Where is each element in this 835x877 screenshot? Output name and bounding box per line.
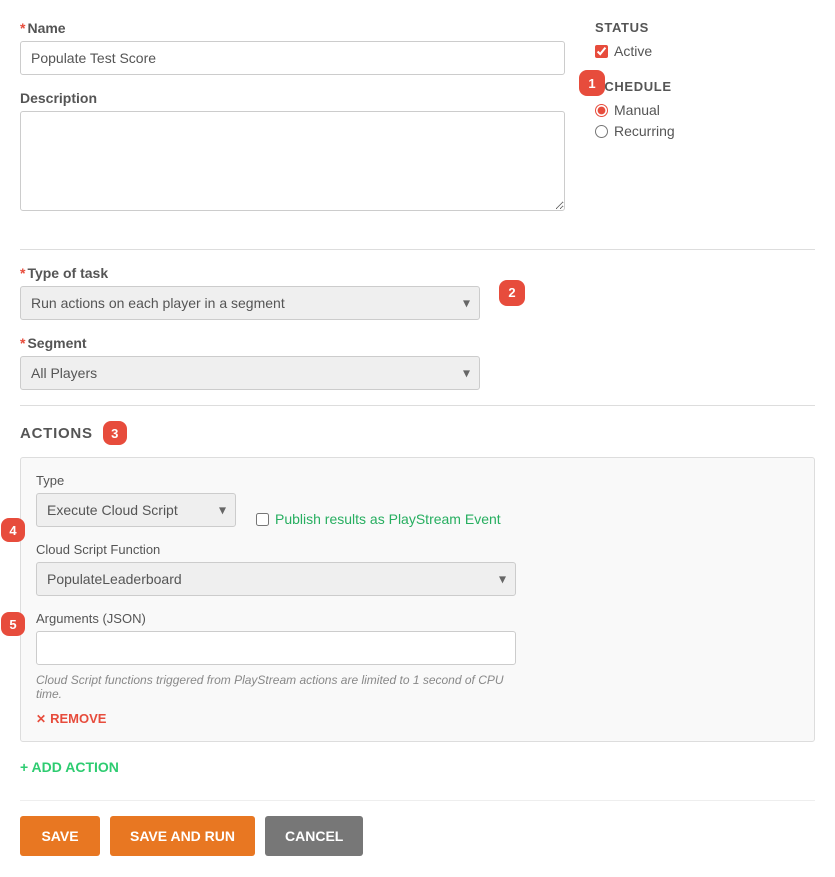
segment-select-wrapper: All Players — [20, 356, 480, 390]
schedule-section: SCHEDULE Manual Recurring — [595, 79, 815, 139]
badge-1: 1 — [579, 70, 605, 96]
action-type-select[interactable]: Execute Cloud Script — [36, 493, 236, 527]
remove-button[interactable]: ✕ REMOVE — [36, 711, 106, 726]
action-type-row: Type Execute Cloud Script 4 Publish resu… — [36, 473, 799, 527]
badge-2: 2 — [499, 280, 525, 306]
cloud-script-label: Cloud Script Function — [36, 542, 799, 557]
arguments-input[interactable] — [36, 631, 516, 665]
actions-header: ACTIONS 3 — [20, 421, 815, 445]
active-checkbox-row: Active — [595, 43, 815, 59]
add-action-label: + ADD ACTION — [20, 759, 119, 775]
recurring-radio[interactable] — [595, 125, 608, 138]
publish-checkbox-row: Publish results as PlayStream Event — [256, 511, 501, 527]
action-type-select-wrapper: Execute Cloud Script 4 — [36, 493, 236, 527]
recurring-radio-row: Recurring — [595, 123, 815, 139]
save-run-button[interactable]: SAVE AND RUN — [110, 816, 255, 856]
divider-1 — [20, 249, 815, 250]
cancel-button[interactable]: CANCEL — [265, 816, 363, 856]
action-type-label: Type — [36, 473, 236, 488]
segment-label: *Segment — [20, 335, 480, 351]
active-checkbox[interactable] — [595, 45, 608, 58]
remove-x-icon: ✕ — [36, 712, 46, 726]
badge-4: 4 — [1, 518, 25, 542]
recurring-label: Recurring — [614, 123, 675, 139]
task-type-select[interactable]: Run actions on each player in a segment … — [20, 286, 480, 320]
task-type-field-group: *Type of task Run actions on each player… — [20, 265, 480, 320]
description-label: Description — [20, 90, 565, 106]
footer-buttons: SAVE SAVE AND RUN CANCEL — [20, 800, 815, 856]
active-label: Active — [614, 43, 652, 59]
remove-row: ✕ REMOVE — [36, 711, 799, 726]
cloud-function-select-wrapper: PopulateLeaderboard 5 — [36, 562, 516, 596]
arguments-label: Arguments (JSON) — [36, 611, 799, 626]
cloud-function-select[interactable]: PopulateLeaderboard — [36, 562, 516, 596]
publish-label: Publish results as PlayStream Event — [275, 511, 501, 527]
name-field-group: *Name 1 — [20, 20, 565, 75]
manual-radio-row: Manual — [595, 102, 815, 118]
task-type-star: * — [20, 265, 25, 281]
divider-2 — [20, 405, 815, 406]
name-required-star: * — [20, 20, 25, 36]
actions-title: ACTIONS — [20, 425, 93, 442]
segment-label-text: Segment — [27, 335, 86, 351]
save-button[interactable]: SAVE — [20, 816, 100, 856]
segment-select[interactable]: All Players — [20, 356, 480, 390]
task-type-label-text: Type of task — [27, 265, 108, 281]
name-label: *Name — [20, 20, 565, 36]
badge-5: 5 — [1, 612, 25, 636]
task-type-select-wrapper: Run actions on each player in a segment … — [20, 286, 480, 320]
status-section: STATUS Active — [595, 20, 815, 59]
form-container: *Name 1 Description STATUS Active — [20, 20, 815, 856]
task-type-label: *Type of task — [20, 265, 480, 281]
cpu-note: Cloud Script functions triggered from Pl… — [36, 673, 516, 701]
add-action-button[interactable]: + ADD ACTION — [20, 754, 119, 780]
description-field-group: Description — [20, 90, 565, 214]
schedule-label: SCHEDULE — [595, 79, 815, 94]
badge-3: 3 — [103, 421, 127, 445]
actions-box: Type Execute Cloud Script 4 Publish resu… — [20, 457, 815, 742]
description-textarea[interactable] — [20, 111, 565, 211]
remove-label: REMOVE — [50, 711, 106, 726]
segment-star: * — [20, 335, 25, 351]
publish-checkbox[interactable] — [256, 513, 269, 526]
segment-field-group: *Segment All Players — [20, 335, 480, 390]
arguments-section: Arguments (JSON) Cloud Script functions … — [36, 611, 799, 701]
manual-label: Manual — [614, 102, 660, 118]
name-input[interactable] — [20, 41, 565, 75]
name-label-text: Name — [27, 20, 65, 36]
cloud-script-section: Cloud Script Function PopulateLeaderboar… — [36, 542, 799, 726]
status-label: STATUS — [595, 20, 815, 35]
manual-radio[interactable] — [595, 104, 608, 117]
